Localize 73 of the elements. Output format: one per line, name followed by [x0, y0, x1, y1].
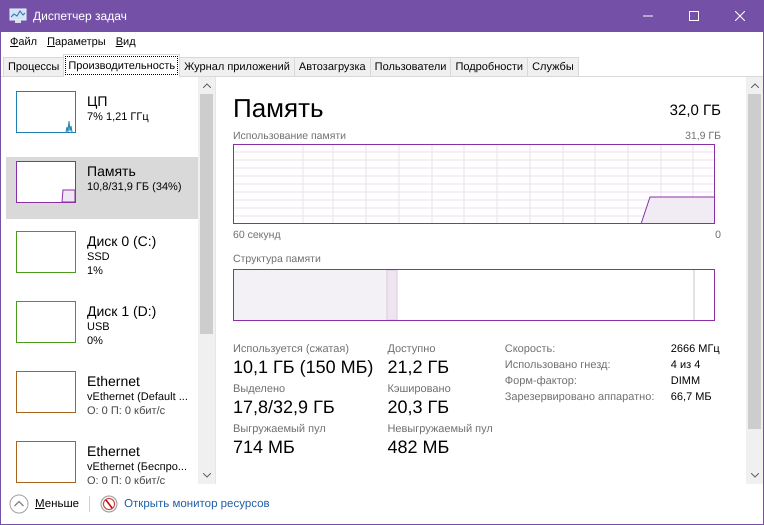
- resource-detail: 0%: [87, 334, 104, 348]
- property-value: 2666 МГц: [670, 343, 720, 355]
- tab[interactable]: Процессы: [3, 57, 64, 76]
- property-label: Форм-фактор:: [504, 375, 578, 387]
- stat-label: Невыгружаемый пул: [387, 423, 493, 435]
- scroll-up-icon[interactable]: [202, 83, 210, 88]
- menu-item[interactable]: Файл: [5, 36, 42, 48]
- resource-monitor-link[interactable]: Открыть монитор ресурсов: [124, 498, 270, 510]
- sidebar-item[interactable]: Ethernet vEthernet (Беспро... О: 0 П: 0 кбит/с: [6, 437, 198, 484]
- sidebar-item[interactable]: Диск 0 (C:) SSD 1%: [6, 227, 198, 289]
- resource-detail: vEthernet (Беспро...: [87, 460, 187, 474]
- stat-value: 482 МБ: [387, 436, 450, 459]
- sidebar-item[interactable]: Диск 1 (D:) USB 0%: [6, 297, 198, 359]
- resource-name: ЦП: [87, 93, 108, 110]
- resource-detail: 1%: [87, 264, 104, 278]
- composition-label: Структура памяти: [233, 253, 321, 265]
- stat-label: Выделено: [233, 383, 286, 395]
- close-icon: [735, 11, 745, 21]
- scroll-down-icon[interactable]: [202, 473, 210, 478]
- property-value: DIMM: [670, 375, 702, 387]
- time-axis-label: 60 секунд: [233, 229, 281, 241]
- resource-detail: 10,8/31,9 ГБ (34%): [87, 180, 182, 194]
- tab[interactable]: Автозагрузка: [294, 57, 371, 76]
- property-label: Скорость:: [504, 343, 556, 355]
- menu-item[interactable]: Параметры: [42, 36, 111, 48]
- property-value: 66,7 МБ: [670, 391, 713, 403]
- stat-value: 17,8/32,9 ГБ: [233, 396, 336, 419]
- scroll-down-icon[interactable]: [750, 473, 758, 478]
- resource-name: Диск 0 (C:): [87, 233, 156, 250]
- window-title: Диспетчер задач: [33, 9, 128, 23]
- stat-value: 21,2 ГБ: [387, 356, 450, 379]
- tab[interactable]: Подробности: [450, 57, 528, 76]
- tab[interactable]: Производительность: [63, 54, 180, 77]
- resource-detail: О: 0 П: 0 кбит/с: [87, 474, 166, 484]
- less-details-link[interactable]: Меньше: [35, 498, 80, 510]
- resource-detail: USB: [87, 320, 111, 334]
- scrollbar[interactable]: [746, 77, 763, 484]
- stat-label: Выгружаемый пул: [233, 423, 327, 435]
- maximize-icon: [689, 11, 699, 21]
- scroll-up-icon[interactable]: [750, 83, 758, 88]
- graph-max-label: 31,9 ГБ: [685, 130, 721, 142]
- resource-detail: О: 0 П: 0 кбит/с: [87, 404, 166, 418]
- time-axis-label: 0: [715, 229, 721, 241]
- gauge-icon: [100, 495, 118, 513]
- resource-name: Диск 1 (D:): [87, 303, 156, 320]
- sidebar-item[interactable]: ЦП 7% 1,21 ГГц: [6, 87, 198, 149]
- scrollbar[interactable]: [198, 77, 215, 484]
- resource-name: Ethernet: [87, 373, 141, 390]
- resource-name: Ethernet: [87, 443, 141, 460]
- resource-name: Память: [87, 163, 137, 180]
- property-value: 4 из 4: [670, 359, 702, 371]
- stat-label: Кэшировано: [387, 383, 452, 395]
- stat-value: 714 МБ: [233, 436, 296, 459]
- graph-label: Использование памяти: [233, 130, 346, 142]
- resource-detail: 7% 1,21 ГГц: [87, 110, 149, 124]
- tab[interactable]: Журнал приложений: [179, 57, 295, 76]
- stat-label: Используется (сжатая): [233, 343, 350, 355]
- stat-label: Доступно: [387, 343, 436, 355]
- stat-value: 10,1 ГБ (150 МБ): [233, 356, 374, 379]
- tab[interactable]: Службы: [527, 57, 579, 76]
- tab[interactable]: Пользователи: [370, 57, 452, 76]
- collapse-icon[interactable]: [9, 494, 29, 514]
- sidebar-item[interactable]: Память 10,8/31,9 ГБ (34%): [6, 157, 198, 219]
- resource-detail: vEthernet (Default ...: [87, 390, 188, 404]
- sidebar-item[interactable]: Ethernet vEthernet (Default ... О: 0 П: 0 кбит/с: [6, 367, 198, 429]
- resource-detail: SSD: [87, 250, 111, 264]
- panel-title: Память: [233, 92, 324, 125]
- property-label: Зарезервировано аппаратно:: [504, 391, 656, 403]
- total-memory: 32,0 ГБ: [670, 102, 721, 121]
- menu-item[interactable]: Вид: [110, 36, 141, 48]
- property-label: Использовано гнезд:: [504, 359, 612, 371]
- stat-value: 20,3 ГБ: [387, 396, 450, 419]
- monitor-icon: [9, 8, 27, 24]
